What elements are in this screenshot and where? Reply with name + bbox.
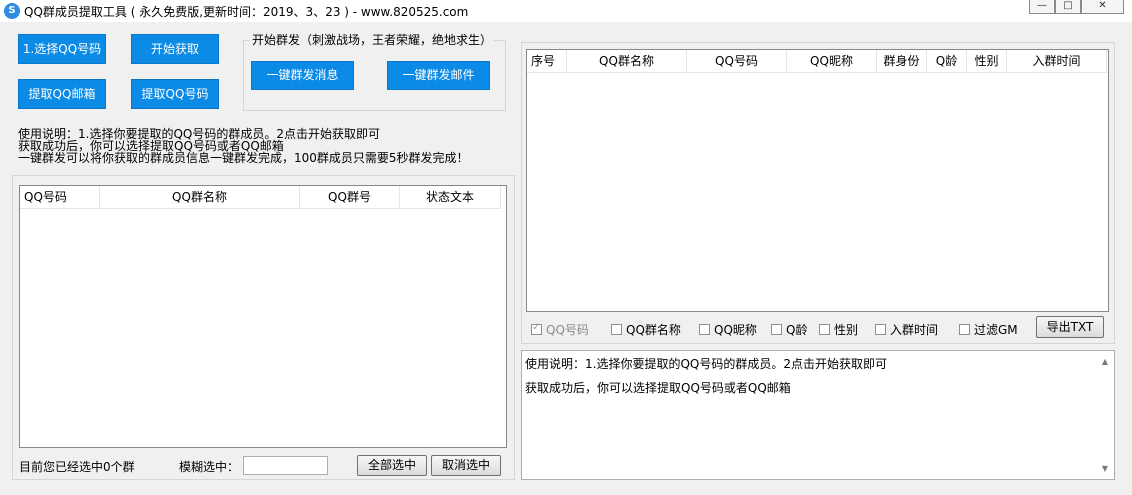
column-header-gender[interactable]: 性别 xyxy=(967,50,1007,72)
window-title: QQ群成员提取工具 ( 永久免费版,更新时间：2019、3、23 ) - www… xyxy=(24,5,469,19)
export-txt-button[interactable]: 导出TXT xyxy=(1036,316,1104,338)
minimize-icon[interactable]: — xyxy=(1029,0,1055,14)
scroll-up-icon[interactable]: ▲ xyxy=(1099,357,1111,366)
export-option-q-age[interactable]: Q龄 xyxy=(771,321,807,338)
log-line: 使用说明：1.选择你要提取的QQ号码的群成员。2点击开始获取即可 xyxy=(525,357,887,371)
checkbox-icon[interactable] xyxy=(771,324,782,335)
export-option-nickname[interactable]: QQ昵称 xyxy=(699,321,757,338)
title-bar[interactable]: S QQ群成员提取工具 ( 永久免费版,更新时间：2019、3、23 ) - w… xyxy=(0,0,1132,22)
checkbox-icon xyxy=(531,322,542,335)
send-mail-button[interactable]: 一键群发邮件 xyxy=(387,61,490,90)
column-header-status[interactable]: 状态文本 xyxy=(400,186,501,208)
export-option-filter-gm[interactable]: 过滤GM xyxy=(959,321,1018,338)
export-option-join-time[interactable]: 入群时间 xyxy=(875,321,938,338)
scroll-down-icon[interactable]: ▼ xyxy=(1099,464,1111,473)
column-header-join-time[interactable]: 入群时间 xyxy=(1007,50,1107,72)
close-icon[interactable]: ✕ xyxy=(1081,0,1124,14)
select-qq-button[interactable]: 1.选择QQ号码 xyxy=(18,34,106,64)
qq-logo-icon: S xyxy=(4,3,20,19)
start-fetch-button[interactable]: 开始获取 xyxy=(131,34,219,64)
groups-table-header: QQ号码 QQ群名称 QQ群号 状态文本 xyxy=(20,186,501,209)
column-header-role[interactable]: 群身份 xyxy=(877,50,927,72)
column-header-group-name[interactable]: QQ群名称 xyxy=(567,50,687,72)
export-option-gender[interactable]: 性别 xyxy=(819,321,858,338)
selected-count-status: 目前您已经选中0个群 xyxy=(19,460,135,474)
instruction-line: 一键群发可以将你获取的群成员信息一键群发完成，100群成员只需要5秒群发完成！ xyxy=(18,151,469,165)
checkbox-icon[interactable] xyxy=(959,324,970,335)
members-table[interactable]: 序号 QQ群名称 QQ号码 QQ昵称 群身份 Q龄 性别 入群时间 xyxy=(526,49,1109,312)
column-header-qq[interactable]: QQ号码 xyxy=(687,50,787,72)
checkbox-icon[interactable] xyxy=(699,324,710,335)
checkbox-icon[interactable] xyxy=(875,324,886,335)
extract-qq-button[interactable]: 提取QQ号码 xyxy=(131,79,219,109)
send-message-button[interactable]: 一键群发消息 xyxy=(251,61,354,90)
select-all-button[interactable]: 全部选中 xyxy=(357,455,427,476)
maximize-icon[interactable]: □ xyxy=(1055,0,1081,14)
column-header-group-number[interactable]: QQ群号 xyxy=(300,186,400,208)
extract-email-button[interactable]: 提取QQ邮箱 xyxy=(18,79,106,109)
fuzzy-select-label: 模糊选中： xyxy=(179,460,240,474)
log-line: 获取成功后，你可以选择提取QQ号码或者QQ邮箱 xyxy=(525,381,791,395)
checkbox-icon[interactable] xyxy=(611,324,622,335)
groups-table[interactable]: QQ号码 QQ群名称 QQ群号 状态文本 xyxy=(19,185,507,448)
deselect-button[interactable]: 取消选中 xyxy=(431,455,501,476)
members-table-header: 序号 QQ群名称 QQ号码 QQ昵称 群身份 Q龄 性别 入群时间 xyxy=(527,50,1107,73)
column-header-index[interactable]: 序号 xyxy=(527,50,567,72)
column-header-qq[interactable]: QQ号码 xyxy=(20,186,100,208)
fuzzy-select-input[interactable] xyxy=(243,456,328,475)
column-header-group-name[interactable]: QQ群名称 xyxy=(100,186,300,208)
column-header-nickname[interactable]: QQ昵称 xyxy=(787,50,877,72)
export-option-qq: QQ号码 xyxy=(531,321,589,338)
log-textarea[interactable]: 使用说明：1.选择你要提取的QQ号码的群成员。2点击开始获取即可 获取成功后，你… xyxy=(521,350,1115,480)
checkbox-icon[interactable] xyxy=(819,324,830,335)
group-send-title: 开始群发（刺激战场，王者荣耀，绝地求生） xyxy=(250,31,495,48)
column-header-q-age[interactable]: Q龄 xyxy=(927,50,967,72)
export-option-group-name[interactable]: QQ群名称 xyxy=(611,321,681,338)
